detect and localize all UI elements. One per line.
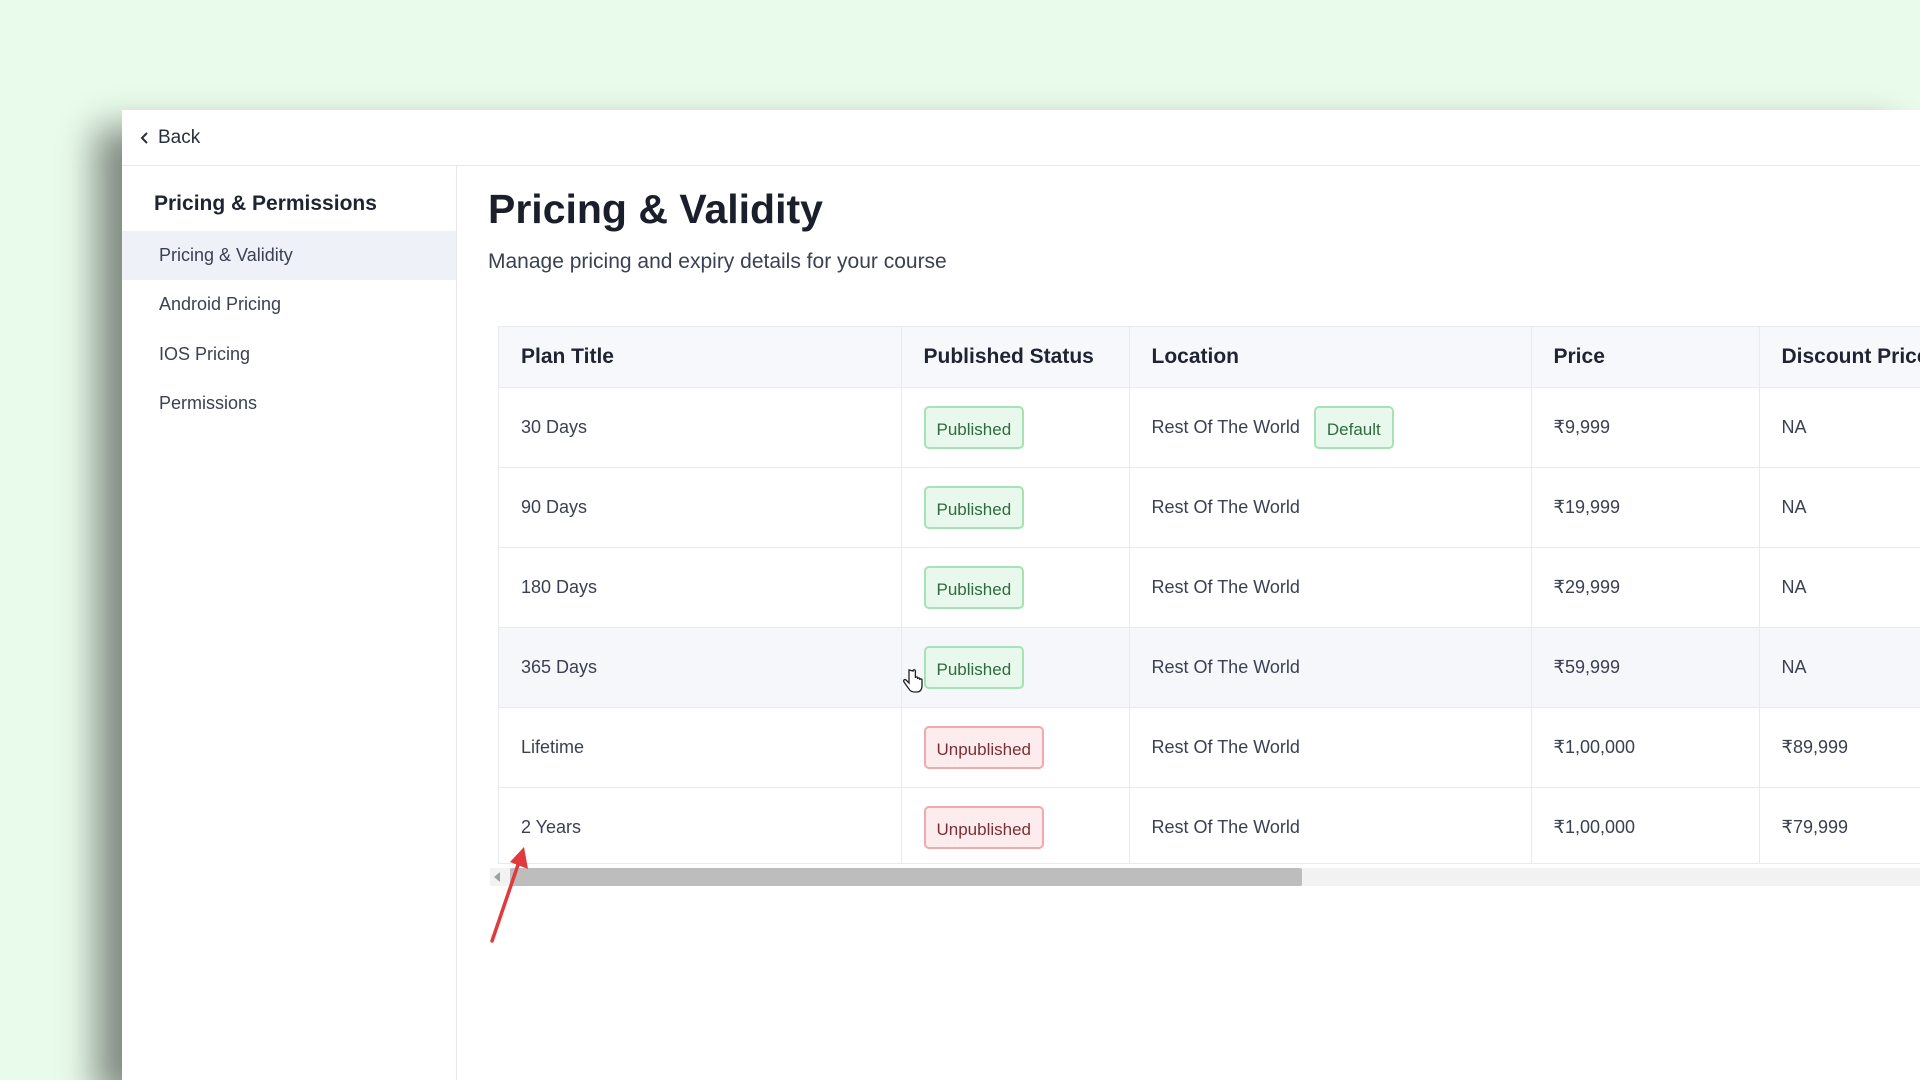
top-bar: Back [122, 110, 1920, 166]
sidebar-item-label: IOS Pricing [159, 344, 251, 364]
table-row[interactable]: 2 Years Unpublished Rest Of The World ₹1… [499, 787, 1920, 863]
sidebar-item-android-pricing[interactable]: Android Pricing [122, 280, 456, 329]
main-content: Pricing & Validity Manage pricing and ex… [457, 166, 1920, 1080]
discount-price-cell: NA [1759, 387, 1920, 468]
plan-title-cell: 30 Days [499, 387, 902, 468]
annotation-arrow-icon [490, 847, 528, 943]
sidebar-item-label: Android Pricing [159, 294, 282, 314]
sidebar-item-label: Pricing & Validity [159, 245, 293, 265]
sidebar: Pricing & Permissions Pricing & Validity… [122, 166, 457, 1080]
column-header-published-status: Published Status [901, 327, 1130, 388]
app-window: Back Pricing & Permissions Pricing & Val… [122, 110, 1920, 1080]
status-badge[interactable]: Unpublished [923, 806, 1045, 849]
price-cell: ₹19,999 [1531, 467, 1760, 548]
location-cell: Rest Of The World [1129, 547, 1532, 628]
discount-price-cell: ₹79,999 [1759, 787, 1920, 863]
hand-cursor-icon [903, 669, 923, 693]
location-cell: Rest Of The World [1129, 787, 1532, 863]
sidebar-item-label: Permissions [159, 393, 258, 413]
sidebar-item-permissions[interactable]: Permissions [122, 379, 456, 428]
column-header-plan-title: Plan Title [499, 327, 902, 388]
discount-price-cell: ₹89,999 [1759, 707, 1920, 788]
status-cell: Published [901, 467, 1130, 548]
discount-price-cell: NA [1759, 547, 1920, 628]
plan-title-cell: 90 Days [499, 467, 902, 548]
table-row[interactable]: 180 Days Published Rest Of The World ₹29… [499, 547, 1920, 628]
location-cell: Rest Of The World Default [1129, 387, 1532, 468]
location-cell: Rest Of The World [1129, 707, 1532, 788]
status-cell: Published [901, 547, 1130, 628]
sidebar-title: Pricing & Permissions [154, 192, 377, 215]
price-cell: ₹1,00,000 [1531, 787, 1760, 863]
horizontal-scrollbar[interactable] [490, 868, 1920, 886]
chevron-left-icon [140, 132, 148, 144]
location-text: Rest Of The World [1151, 417, 1300, 437]
discount-price-cell: NA [1759, 627, 1920, 708]
price-cell: ₹9,999 [1531, 387, 1760, 468]
table-row[interactable]: 365 Days Published Rest Of The World ₹59… [499, 627, 1920, 708]
status-badge[interactable]: Published [923, 646, 1025, 689]
location-cell: Rest Of The World [1129, 627, 1532, 708]
table-row[interactable]: 90 Days Published Rest Of The World ₹19,… [499, 467, 1920, 548]
status-badge[interactable]: Published [923, 406, 1025, 449]
price-cell: ₹59,999 [1531, 627, 1760, 708]
discount-price-cell: NA [1759, 467, 1920, 548]
column-header-location: Location [1129, 327, 1532, 388]
plan-title-cell: 180 Days [499, 547, 902, 628]
page-subtitle: Manage pricing and expiry details for yo… [488, 250, 947, 273]
table-row[interactable]: 30 Days Published Rest Of The World Defau… [499, 387, 1920, 468]
status-badge[interactable]: Published [923, 566, 1025, 609]
table-header-row: Plan Title Published Status Location Pri… [499, 327, 1920, 388]
page-title: Pricing & Validity [488, 186, 823, 232]
table-row[interactable]: Lifetime Unpublished Rest Of The World ₹… [499, 707, 1920, 788]
plan-title-cell: 365 Days [499, 627, 902, 708]
scrollbar-thumb[interactable] [510, 868, 1302, 886]
column-header-price: Price [1531, 327, 1760, 388]
status-badge[interactable]: Unpublished [923, 726, 1045, 769]
price-cell: ₹29,999 [1531, 547, 1760, 628]
plan-title-cell: 2 Years [499, 787, 902, 863]
back-button[interactable]: Back [138, 127, 200, 149]
back-label: Back [158, 127, 201, 148]
sidebar-item-pricing-validity[interactable]: Pricing & Validity [122, 231, 456, 280]
column-header-discount-price: Discount Price [1759, 327, 1920, 388]
status-cell: Unpublished [901, 787, 1130, 863]
default-badge: Default [1313, 406, 1394, 449]
status-cell: Published [901, 387, 1130, 468]
status-badge[interactable]: Published [923, 486, 1025, 529]
status-cell: Published [901, 627, 1130, 708]
price-cell: ₹1,00,000 [1531, 707, 1760, 788]
status-cell: Unpublished [901, 707, 1130, 788]
sidebar-item-ios-pricing[interactable]: IOS Pricing [122, 330, 456, 379]
plan-title-cell: Lifetime [499, 707, 902, 788]
location-cell: Rest Of The World [1129, 467, 1532, 548]
pricing-table: Plan Title Published Status Location Pri… [498, 326, 1920, 864]
